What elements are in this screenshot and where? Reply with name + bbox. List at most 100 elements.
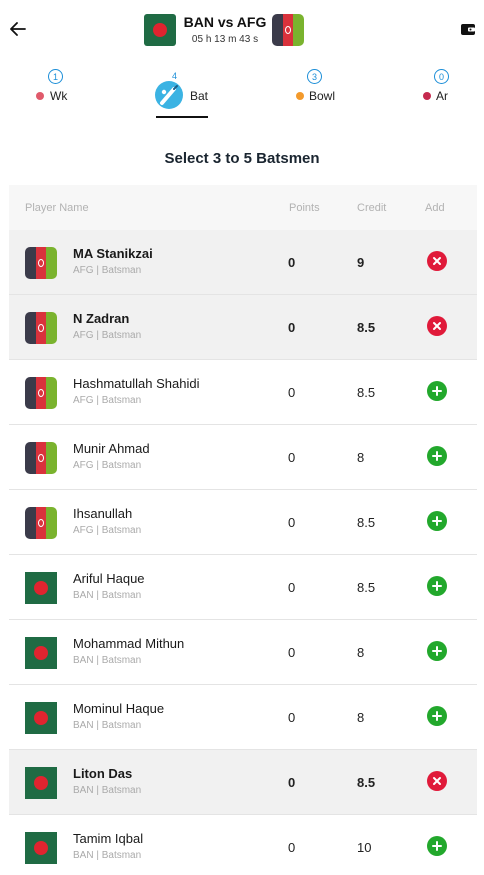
add-player-button[interactable]	[427, 511, 447, 531]
tab-bowl[interactable]: 3 Bowl	[288, 66, 348, 118]
plus-circle-icon	[432, 841, 442, 851]
table-row[interactable]: Munir Ahmad AFG | Batsman 0 8	[9, 425, 477, 490]
player-name: N Zadran	[73, 311, 130, 326]
ban-flag	[25, 702, 57, 734]
remove-player-button[interactable]	[427, 771, 447, 791]
table-row[interactable]: Hashmatullah Shahidi AFG | Batsman 0 8.5	[9, 360, 477, 425]
player-points: 0	[288, 320, 296, 335]
player-meta: AFG | Batsman	[73, 330, 142, 341]
player-points: 0	[288, 450, 296, 465]
arrow-left-icon	[10, 22, 26, 36]
player-credit: 8.5	[357, 580, 376, 595]
tab-bat-count: 4	[172, 71, 178, 81]
player-name: Mohammad Mithun	[73, 636, 185, 651]
tab-bowl-label: Bowl	[309, 89, 336, 103]
add-player-button[interactable]	[427, 641, 447, 661]
section-title: Select 3 to 5 Batsmen	[164, 150, 320, 167]
player-table: Player Name Points Credit Add MA Stanikz…	[9, 185, 477, 875]
afg-flag	[25, 442, 57, 474]
table-row[interactable]: Ihsanullah AFG | Batsman 0 8.5	[9, 490, 477, 555]
header-credit: Credit	[357, 202, 387, 214]
player-points: 0	[288, 385, 296, 400]
wallet-icon	[461, 24, 475, 35]
player-name: Tamim Iqbal	[73, 831, 144, 846]
tab-ar-count: 0	[434, 69, 449, 84]
tab-wk-count: 1	[48, 69, 63, 84]
table-header: Player Name Points Credit Add	[9, 185, 477, 230]
table-row[interactable]: Tamim Iqbal BAN | Batsman 0 10	[9, 815, 477, 875]
table-row[interactable]: Mominul Haque BAN | Batsman 0 8	[9, 685, 477, 750]
player-points: 0	[288, 645, 296, 660]
player-meta: BAN | Batsman	[73, 655, 142, 666]
player-credit: 8	[357, 645, 365, 660]
afg-flag	[25, 377, 57, 409]
player-credit: 8	[357, 710, 365, 725]
x-circle-icon	[433, 322, 441, 330]
active-tab-indicator	[156, 116, 208, 118]
player-credit: 9	[357, 255, 365, 270]
player-credit: 8.5	[357, 320, 376, 335]
player-name: Mominul Haque	[73, 701, 165, 716]
x-circle-icon	[433, 777, 441, 785]
header-points: Points	[289, 202, 320, 214]
role-tabs: 1 Wk 4 Bat 3 Bowl 0 Ar	[0, 66, 484, 120]
wallet-button[interactable]	[458, 18, 478, 40]
player-meta: AFG | Batsman	[73, 265, 142, 276]
table-row[interactable]: N Zadran AFG | Batsman 0 8.5	[9, 295, 477, 360]
add-player-button[interactable]	[427, 836, 447, 856]
player-name: Ariful Haque	[73, 571, 145, 586]
tab-ar[interactable]: 0 Ar	[418, 66, 468, 118]
player-points: 0	[288, 255, 296, 270]
x-circle-icon	[433, 257, 441, 265]
player-credit: 8	[357, 450, 365, 465]
header-player-name: Player Name	[25, 202, 89, 214]
player-name: MA Stanikzai	[73, 246, 153, 261]
plus-circle-icon	[432, 711, 442, 721]
add-player-button[interactable]	[427, 706, 447, 726]
player-points: 0	[288, 580, 296, 595]
match-header: BAN vs AFG 05 h 13 m 43 s	[0, 0, 484, 60]
table-row[interactable]: Ariful Haque BAN | Batsman 0 8.5	[9, 555, 477, 620]
tab-wk-label: Wk	[50, 89, 68, 103]
afg-flag	[25, 247, 57, 279]
player-meta: BAN | Batsman	[73, 590, 142, 601]
player-points: 0	[288, 515, 296, 530]
player-points: 0	[288, 710, 296, 725]
player-name: Hashmatullah Shahidi	[73, 376, 200, 391]
player-points: 0	[288, 775, 296, 790]
player-credit: 10	[357, 840, 372, 855]
player-meta: AFG | Batsman	[73, 525, 142, 536]
player-meta: BAN | Batsman	[73, 785, 142, 796]
add-player-button[interactable]	[427, 576, 447, 596]
afg-flag	[25, 312, 57, 344]
tab-bowl-count: 3	[307, 69, 322, 84]
player-meta: BAN | Batsman	[73, 720, 142, 731]
player-credit: 8.5	[357, 775, 376, 790]
player-credit: 8.5	[357, 385, 376, 400]
tab-bat-label: Bat	[190, 89, 209, 103]
tab-wk-dot	[36, 92, 44, 100]
add-player-button[interactable]	[427, 446, 447, 466]
player-meta: BAN | Batsman	[73, 850, 142, 861]
player-points: 0	[288, 840, 296, 855]
player-meta: AFG | Batsman	[73, 460, 142, 471]
back-button[interactable]	[8, 18, 28, 40]
cricket-bat-icon	[155, 81, 183, 109]
player-credit: 8.5	[357, 515, 376, 530]
match-timer: 05 h 13 m 43 s	[191, 34, 259, 45]
table-row[interactable]: Mohammad Mithun BAN | Batsman 0 8	[9, 620, 477, 685]
ban-flag	[144, 14, 176, 46]
ban-flag	[25, 572, 57, 604]
add-player-button[interactable]	[427, 381, 447, 401]
tab-bowl-dot	[296, 92, 304, 100]
plus-circle-icon	[432, 646, 442, 656]
plus-circle-icon	[432, 386, 442, 396]
remove-player-button[interactable]	[427, 251, 447, 271]
table-row[interactable]: Liton Das BAN | Batsman 0 8.5	[9, 750, 477, 815]
player-name: Ihsanullah	[73, 506, 133, 521]
remove-player-button[interactable]	[427, 316, 447, 336]
table-row[interactable]: MA Stanikzai AFG | Batsman 0 9	[9, 230, 477, 295]
tab-wk[interactable]: 1 Wk	[30, 66, 80, 118]
tab-ar-label: Ar	[436, 89, 448, 103]
header-add: Add	[425, 202, 445, 214]
